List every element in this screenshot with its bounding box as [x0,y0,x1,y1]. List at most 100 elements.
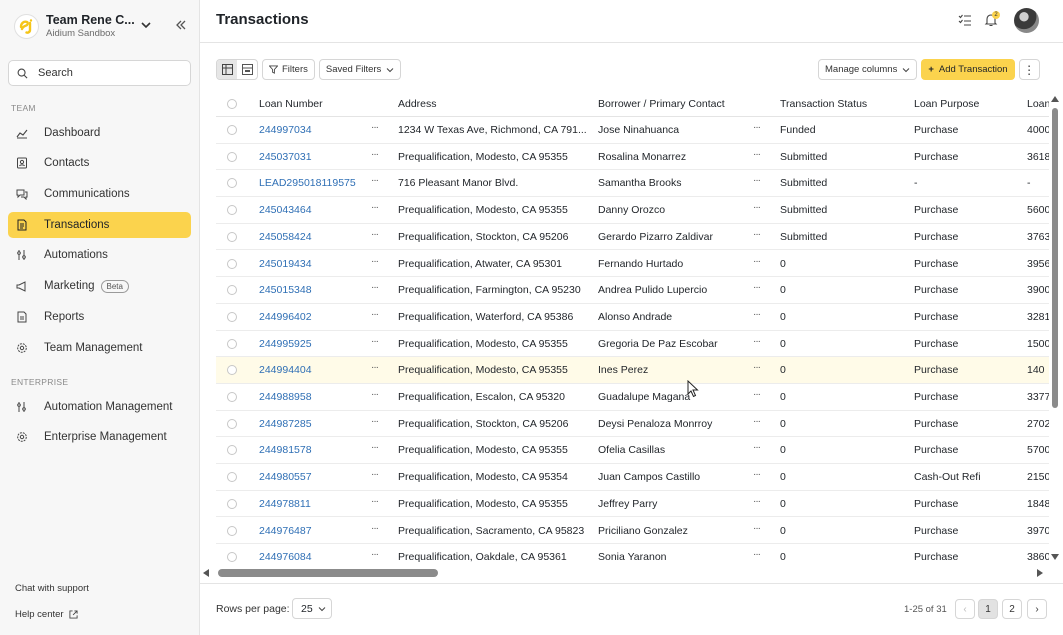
table-view-icon[interactable] [217,60,237,79]
row-menu-icon[interactable]: ··· [371,122,379,133]
row-checkbox[interactable] [227,525,237,536]
sidebar-item-dashboard[interactable]: Dashboard [8,120,191,146]
row-checkbox[interactable] [227,258,237,269]
next-page-button[interactable]: › [1027,599,1047,619]
table-row[interactable]: 245037031 ··· Prequalification, Modesto, C… [216,144,1049,171]
filters-button[interactable]: Filters [262,59,315,80]
contact-menu-icon[interactable]: ··· [753,202,761,213]
loan-number-link[interactable]: LEAD295018119575 [259,177,356,189]
row-menu-icon[interactable]: ··· [371,389,379,400]
chevron-down-icon[interactable] [139,18,153,32]
row-checkbox[interactable] [227,231,237,242]
contact-menu-icon[interactable]: ··· [753,122,761,133]
loan-number-link[interactable]: 244997034 [259,124,312,136]
loan-number-link[interactable]: 245037031 [259,151,312,163]
row-menu-icon[interactable]: ··· [371,469,379,480]
loan-number-link[interactable]: 245043464 [259,204,312,216]
contact-menu-icon[interactable]: ··· [753,336,761,347]
contact-menu-icon[interactable]: ··· [753,175,761,186]
checklist-icon[interactable] [958,13,972,27]
help-center-link[interactable]: Help center [15,609,78,620]
loan-number-link[interactable]: 244976084 [259,551,312,563]
table-row[interactable]: 244988958 ··· Prequalification, Escalon, C… [216,384,1049,411]
loan-number-link[interactable]: 244978811 [259,498,311,510]
column-header-status[interactable]: Transaction Status [780,98,867,110]
loan-number-link[interactable]: 245058424 [259,231,312,243]
loan-number-link[interactable]: 244988958 [259,391,312,403]
contact-menu-icon[interactable]: ··· [753,229,761,240]
table-row[interactable]: 245058424 ··· Prequalification, Stockton, … [216,224,1049,251]
sidebar-item-communications[interactable]: Communications [8,181,191,207]
contact-menu-icon[interactable]: ··· [753,442,761,453]
row-checkbox[interactable] [227,365,237,376]
row-checkbox[interactable] [227,178,237,189]
contact-menu-icon[interactable]: ··· [753,469,761,480]
contact-menu-icon[interactable]: ··· [753,416,761,427]
row-checkbox[interactable] [227,498,237,509]
vertical-scrollbar[interactable] [1050,94,1060,564]
row-menu-icon[interactable]: ··· [371,442,379,453]
loan-number-link[interactable]: 244995925 [259,338,312,350]
contact-menu-icon[interactable]: ··· [753,309,761,320]
sidebar-item-enterprise-management[interactable]: Enterprise Management [8,424,191,450]
prev-page-button[interactable]: ‹ [955,599,975,619]
sidebar-item-marketing[interactable]: Marketing Beta [8,273,191,299]
horizontal-scrollbar[interactable] [203,567,1048,579]
row-menu-icon[interactable]: ··· [371,202,379,213]
row-menu-icon[interactable]: ··· [371,175,379,186]
table-row[interactable]: 244996402 ··· Prequalification, Waterford,… [216,304,1049,331]
contact-menu-icon[interactable]: ··· [753,282,761,293]
table-row[interactable]: 245043464 ··· Prequalification, Modesto, C… [216,197,1049,224]
column-header-loan-purpose[interactable]: Loan Purpose [914,98,979,110]
row-checkbox[interactable] [227,285,237,296]
contact-menu-icon[interactable]: ··· [753,389,761,400]
row-checkbox[interactable] [227,472,237,483]
sidebar-item-team-management[interactable]: Team Management [8,335,191,361]
loan-number-link[interactable]: 244994404 [259,364,312,376]
manage-columns-dropdown[interactable]: Manage columns [818,59,918,80]
row-checkbox[interactable] [227,392,237,402]
row-checkbox[interactable] [227,338,237,349]
row-menu-icon[interactable]: ··· [371,523,379,534]
table-row[interactable]: 244994404 ··· Prequalification, Modesto, C… [216,357,1049,384]
sidebar-item-automations[interactable]: Automations [8,242,191,268]
loan-number-link[interactable]: 244980557 [259,471,312,483]
contact-menu-icon[interactable]: ··· [753,256,761,267]
column-header-address[interactable]: Address [398,98,437,110]
row-checkbox[interactable] [227,151,237,162]
table-row[interactable]: 245019434 ··· Prequalification, Atwater, C… [216,251,1049,278]
team-switcher[interactable]: Team Rene C... Aidium Sandbox [14,10,194,42]
row-menu-icon[interactable]: ··· [371,416,379,427]
chat-with-support-link[interactable]: Chat with support [15,583,89,594]
contact-menu-icon[interactable]: ··· [753,362,761,373]
column-header-loan-amount[interactable]: Loan [1027,98,1049,110]
loan-number-link[interactable]: 244987285 [259,418,312,430]
row-checkbox[interactable] [227,125,237,135]
search-input[interactable]: Search [8,60,191,86]
column-header-borrower[interactable]: Borrower / Primary Contact [598,98,725,110]
collapse-sidebar-icon[interactable] [174,18,188,32]
table-row[interactable]: LEAD295018119575 ··· 716 Pleasant Manor Bl… [216,170,1049,198]
sidebar-item-reports[interactable]: Reports [8,304,191,330]
row-checkbox[interactable] [227,445,237,456]
page-button-2[interactable]: 2 [1002,599,1022,619]
row-menu-icon[interactable]: ··· [371,282,379,293]
table-row[interactable]: 245015348 ··· Prequalification, Farmington… [216,277,1049,304]
page-button-1[interactable]: 1 [978,599,998,619]
row-checkbox[interactable] [227,205,237,216]
loan-number-link[interactable]: 245019434 [259,258,312,270]
loan-number-link[interactable]: 244996402 [259,311,312,323]
loan-number-link[interactable]: 244981578 [259,444,312,456]
row-menu-icon[interactable]: ··· [371,496,379,507]
board-view-icon[interactable] [237,60,257,79]
contact-menu-icon[interactable]: ··· [753,496,761,507]
row-menu-icon[interactable]: ··· [371,336,379,347]
row-checkbox[interactable] [227,418,237,429]
row-menu-icon[interactable]: ··· [371,309,379,320]
more-options-icon[interactable]: ⋮ [1018,59,1040,80]
add-transaction-button[interactable]: + Add Transaction [921,59,1015,80]
sidebar-item-transactions[interactable]: Transactions [8,212,191,238]
rows-per-page-select[interactable]: 25 [292,598,332,619]
loan-number-link[interactable]: 244976487 [259,525,312,537]
sidebar-item-automation-management[interactable]: Automation Management [8,394,191,420]
